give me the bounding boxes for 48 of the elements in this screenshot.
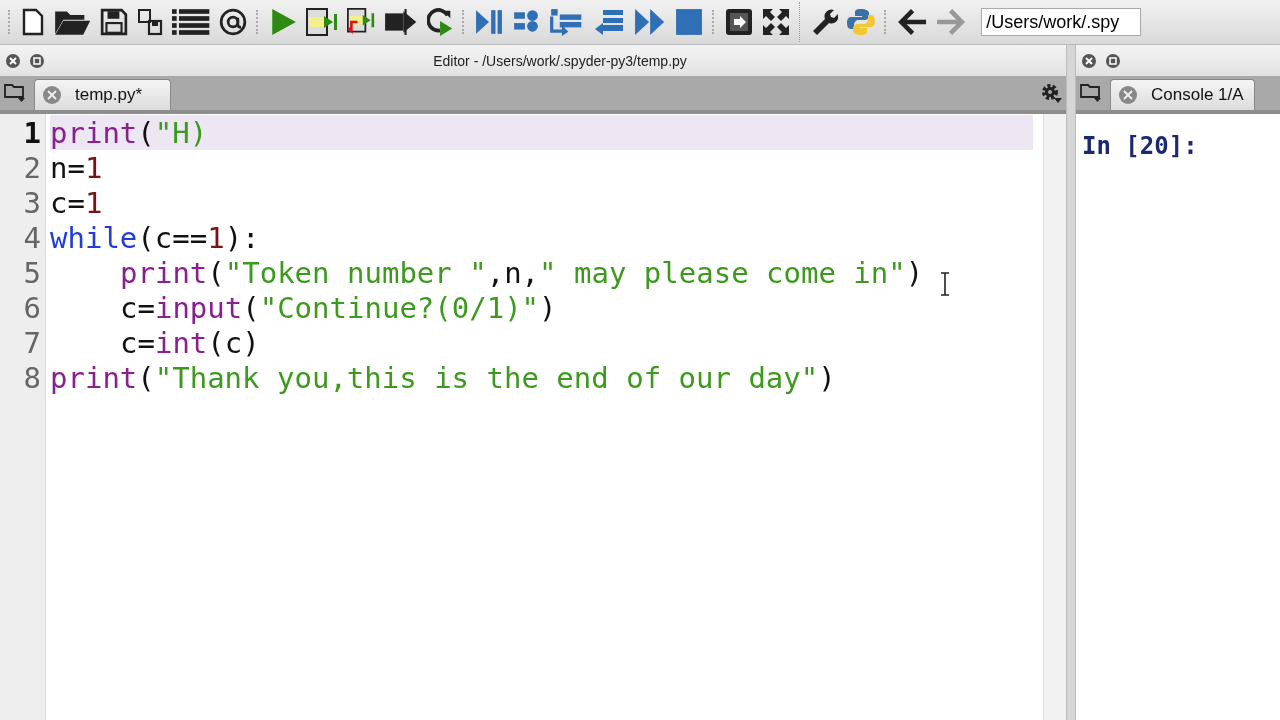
code-line: while(c==1):: [50, 220, 260, 255]
line-number: 3: [22, 185, 41, 220]
save-all-icon[interactable]: [137, 8, 164, 36]
run-cell-advance-icon[interactable]: [346, 8, 375, 36]
line-number: 5: [22, 255, 41, 290]
step-icon[interactable]: [475, 8, 504, 36]
undock-icon[interactable]: [30, 53, 44, 68]
text-cursor-icon: [940, 272, 950, 296]
settings-icon[interactable]: [1040, 82, 1062, 104]
step-return-icon[interactable]: [549, 8, 584, 36]
undock-icon[interactable]: [1106, 53, 1120, 68]
code-line: c=1: [50, 185, 103, 220]
close-tab-icon[interactable]: [43, 86, 61, 104]
line-number: 8: [22, 360, 41, 395]
close-icon[interactable]: [6, 53, 20, 68]
console-prompt: In [20]:: [1082, 132, 1198, 160]
code-line: print("Token number ",n," may please come in"): [120, 255, 924, 290]
path-field[interactable]: /Users/work/.spy: [981, 8, 1142, 36]
folder-icon[interactable]: [1080, 83, 1102, 103]
code-line: print("Thank you,this is the end of our day"): [50, 360, 836, 395]
scrollbar[interactable]: [1043, 114, 1066, 720]
line-number: 4: [22, 220, 41, 255]
back-arrow-icon[interactable]: [897, 8, 928, 36]
run-cell-icon[interactable]: [305, 8, 338, 36]
rerun-icon[interactable]: [427, 8, 454, 36]
close-tab-icon[interactable]: [1119, 86, 1137, 104]
at-sign-icon[interactable]: [218, 8, 247, 36]
fullscreen-icon[interactable]: [762, 8, 790, 36]
line-number: 6: [22, 290, 41, 325]
code-line: print("H): [50, 115, 208, 150]
code-line: c=input("Continue?(0/1)"): [120, 290, 557, 325]
folder-icon[interactable]: [4, 83, 26, 103]
new-file-icon[interactable]: [21, 8, 45, 36]
line-number: 7: [22, 325, 41, 360]
list-icon[interactable]: [172, 8, 210, 36]
save-icon[interactable]: [100, 8, 129, 36]
code-line: c=int(c): [120, 325, 260, 360]
fast-forward-icon[interactable]: [633, 8, 666, 36]
file-tab[interactable]: temp.py*: [34, 79, 172, 110]
code-line: n=1: [50, 150, 103, 185]
maximize-pane-icon[interactable]: [725, 8, 753, 36]
close-icon[interactable]: [1082, 53, 1096, 68]
run-selection-icon[interactable]: [383, 8, 419, 36]
stop-icon[interactable]: [675, 8, 703, 36]
editor-title: Editor - /Users/work/.spyder-py3/temp.py: [432, 52, 688, 69]
line-number: 2: [22, 150, 41, 185]
python-icon[interactable]: [847, 8, 875, 36]
console-tab[interactable]: Console 1/A: [1110, 79, 1255, 110]
